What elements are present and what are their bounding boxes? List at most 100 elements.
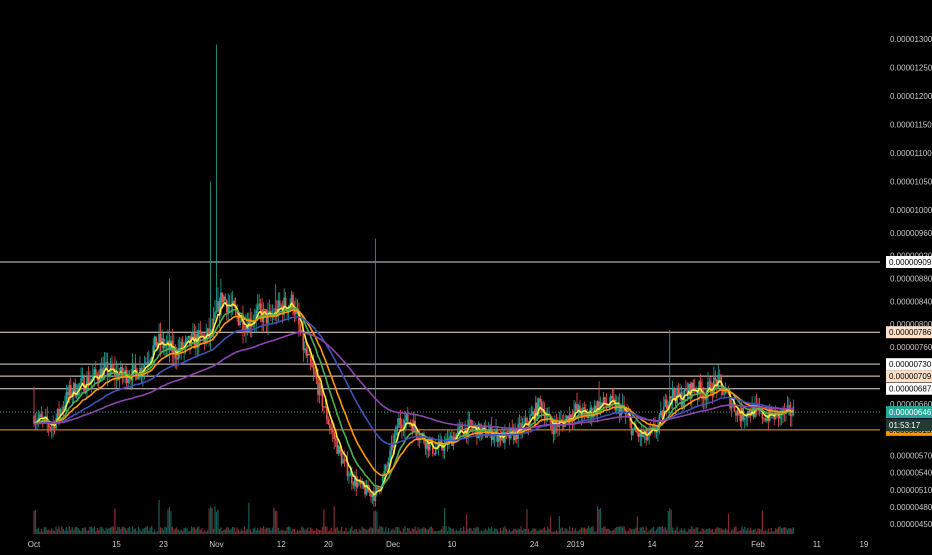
volume-bar bbox=[526, 509, 528, 534]
volume-bar bbox=[70, 529, 72, 534]
candle-body bbox=[264, 309, 266, 310]
volume-bar bbox=[380, 526, 382, 534]
volume-bar bbox=[513, 528, 515, 534]
volume-bar bbox=[243, 526, 246, 534]
volume-bar bbox=[761, 510, 764, 534]
time-tick-label: 23 bbox=[159, 540, 168, 549]
volume-bar bbox=[666, 529, 668, 534]
volume-bar bbox=[148, 530, 150, 534]
volume-bar bbox=[174, 528, 176, 534]
volume-bar bbox=[626, 531, 628, 534]
candle-body bbox=[318, 382, 321, 395]
price-tick-label: 0.00001150 bbox=[890, 120, 932, 129]
volume-bar bbox=[396, 526, 399, 534]
volume-bar bbox=[725, 528, 727, 534]
volume-bar bbox=[299, 530, 301, 534]
volume-bar bbox=[311, 529, 313, 534]
candle-body bbox=[342, 459, 344, 464]
candle-body bbox=[328, 424, 331, 428]
volume-bar bbox=[90, 526, 92, 534]
volume-bar bbox=[555, 530, 557, 534]
volume-bar bbox=[779, 526, 781, 534]
volume-bar bbox=[363, 528, 365, 534]
volume-bar bbox=[642, 526, 644, 534]
volume-bar bbox=[302, 527, 304, 534]
volume-bar bbox=[486, 530, 488, 534]
volume-bar bbox=[688, 529, 690, 534]
candle-body bbox=[371, 494, 374, 498]
candle-body bbox=[258, 303, 260, 307]
volume-bar bbox=[598, 509, 600, 534]
price-chart[interactable]: 0.00001300 0.00001250 0.00001200 0.00001150… bbox=[0, 0, 932, 550]
volume-bar bbox=[310, 527, 312, 534]
volume-bar bbox=[546, 526, 549, 534]
volume-bar bbox=[619, 526, 621, 534]
volume-bar bbox=[164, 526, 166, 534]
volume-bar bbox=[146, 526, 148, 534]
volume-bar bbox=[466, 514, 468, 534]
volume-bar bbox=[226, 527, 228, 534]
volume-bar bbox=[81, 527, 84, 534]
candle-body bbox=[612, 398, 615, 400]
candle-body bbox=[175, 358, 178, 360]
volume-bar bbox=[246, 528, 248, 534]
volume-bar bbox=[268, 527, 271, 534]
time-tick-label: 14 bbox=[648, 540, 657, 549]
volume-bar bbox=[120, 529, 122, 534]
volume-bar bbox=[647, 531, 649, 534]
volume-bar bbox=[374, 510, 376, 534]
volume-bar bbox=[689, 529, 691, 534]
volume-bar bbox=[523, 528, 525, 534]
volume-bar bbox=[776, 528, 778, 534]
volume-bar bbox=[491, 526, 493, 534]
volume-bar bbox=[139, 528, 141, 534]
volume-bar bbox=[613, 529, 615, 534]
candle-body bbox=[646, 436, 649, 441]
volume-bar bbox=[758, 528, 761, 534]
candle-body bbox=[576, 403, 578, 411]
volume-bar bbox=[645, 526, 647, 534]
candle-body bbox=[49, 427, 51, 429]
volume-bar bbox=[542, 528, 544, 534]
volume-bar bbox=[342, 531, 344, 534]
volume-bar bbox=[159, 527, 162, 534]
volume-bar bbox=[623, 526, 625, 534]
level-price-label: 0.00000786 bbox=[889, 328, 932, 337]
volume-bar bbox=[154, 529, 156, 534]
volume-bar bbox=[149, 527, 151, 534]
volume-bar bbox=[726, 529, 728, 534]
volume-bar bbox=[254, 527, 256, 534]
volume-bar bbox=[635, 527, 637, 534]
volume-bar bbox=[707, 529, 709, 534]
volume-bar bbox=[179, 531, 181, 534]
volume-bar bbox=[686, 531, 688, 534]
volume-bar bbox=[267, 527, 269, 534]
volume-bar bbox=[545, 530, 547, 534]
volume-bar bbox=[173, 530, 175, 534]
candle-body bbox=[78, 384, 81, 386]
volume-bar bbox=[399, 530, 402, 534]
candle-body bbox=[337, 446, 340, 454]
volume-bar bbox=[655, 529, 658, 534]
volume-bar bbox=[426, 529, 428, 534]
candle-body bbox=[642, 434, 645, 437]
volume-bar bbox=[317, 529, 319, 534]
volume-bar bbox=[233, 527, 235, 534]
candle-body bbox=[677, 387, 680, 396]
chart-canvas[interactable]: 0.00001300 0.00001250 0.00001200 0.00001150… bbox=[0, 0, 932, 550]
volume-bar bbox=[134, 528, 137, 534]
volume-bar bbox=[167, 509, 169, 534]
candle-body bbox=[239, 321, 241, 325]
volume-bar bbox=[198, 526, 200, 534]
volume-bar bbox=[357, 531, 359, 534]
candle-body bbox=[164, 346, 166, 349]
volume-bar bbox=[74, 526, 76, 534]
volume-bar bbox=[764, 529, 766, 534]
volume-bar bbox=[168, 507, 170, 534]
volume-bar bbox=[695, 527, 697, 534]
volume-bar bbox=[467, 529, 469, 534]
volume-bar bbox=[524, 528, 527, 534]
candle-body bbox=[401, 424, 403, 429]
volume-bar bbox=[479, 531, 481, 534]
volume-bar bbox=[766, 531, 768, 534]
